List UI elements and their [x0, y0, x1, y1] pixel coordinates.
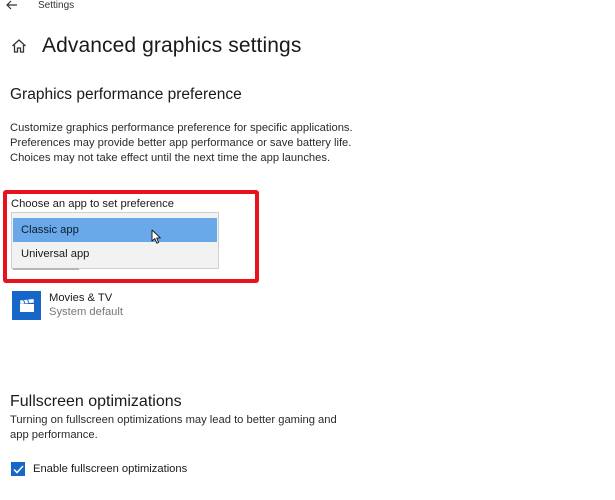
dropdown-option-universal-app[interactable]: Universal app	[13, 242, 217, 266]
page-title: Advanced graphics settings	[42, 34, 302, 57]
app-type-dropdown[interactable]: Classic app Universal app	[11, 212, 219, 270]
graphics-description: Customize graphics performance preferenc…	[10, 122, 353, 164]
title-bar: Settings	[0, 0, 615, 16]
back-arrow-icon[interactable]	[5, 0, 19, 12]
app-text: Movies & TV System default	[49, 291, 123, 318]
app-name: Movies & TV	[49, 292, 113, 304]
settings-window: Settings Advanced graphics settings Grap…	[0, 0, 615, 500]
choose-app-label: Choose an app to set preference	[11, 198, 174, 210]
checkmark-icon	[12, 464, 24, 474]
checkbox-label: Enable fullscreen optimizations	[33, 463, 188, 475]
home-icon[interactable]	[10, 37, 28, 55]
fullscreen-optimizations-checkbox[interactable]	[11, 462, 25, 476]
dropdown-scrollbar[interactable]	[13, 268, 79, 270]
app-preference: System default	[49, 306, 123, 318]
mouse-cursor-icon	[151, 229, 163, 245]
fullscreen-description: Turning on fullscreen optimizations may …	[10, 414, 337, 441]
page-header: Advanced graphics settings	[10, 34, 301, 58]
dropdown-option-classic-app[interactable]: Classic app	[13, 218, 217, 242]
window-title: Settings	[38, 0, 75, 11]
fullscreen-optimizations-checkbox-row[interactable]: Enable fullscreen optimizations	[11, 462, 187, 476]
graphics-section-title: Graphics performance preference	[10, 86, 242, 103]
movies-tv-icon	[12, 291, 41, 320]
fullscreen-section-title: Fullscreen optimizations	[10, 393, 182, 410]
app-list-item-movies-tv[interactable]: Movies & TV System default	[12, 291, 123, 320]
